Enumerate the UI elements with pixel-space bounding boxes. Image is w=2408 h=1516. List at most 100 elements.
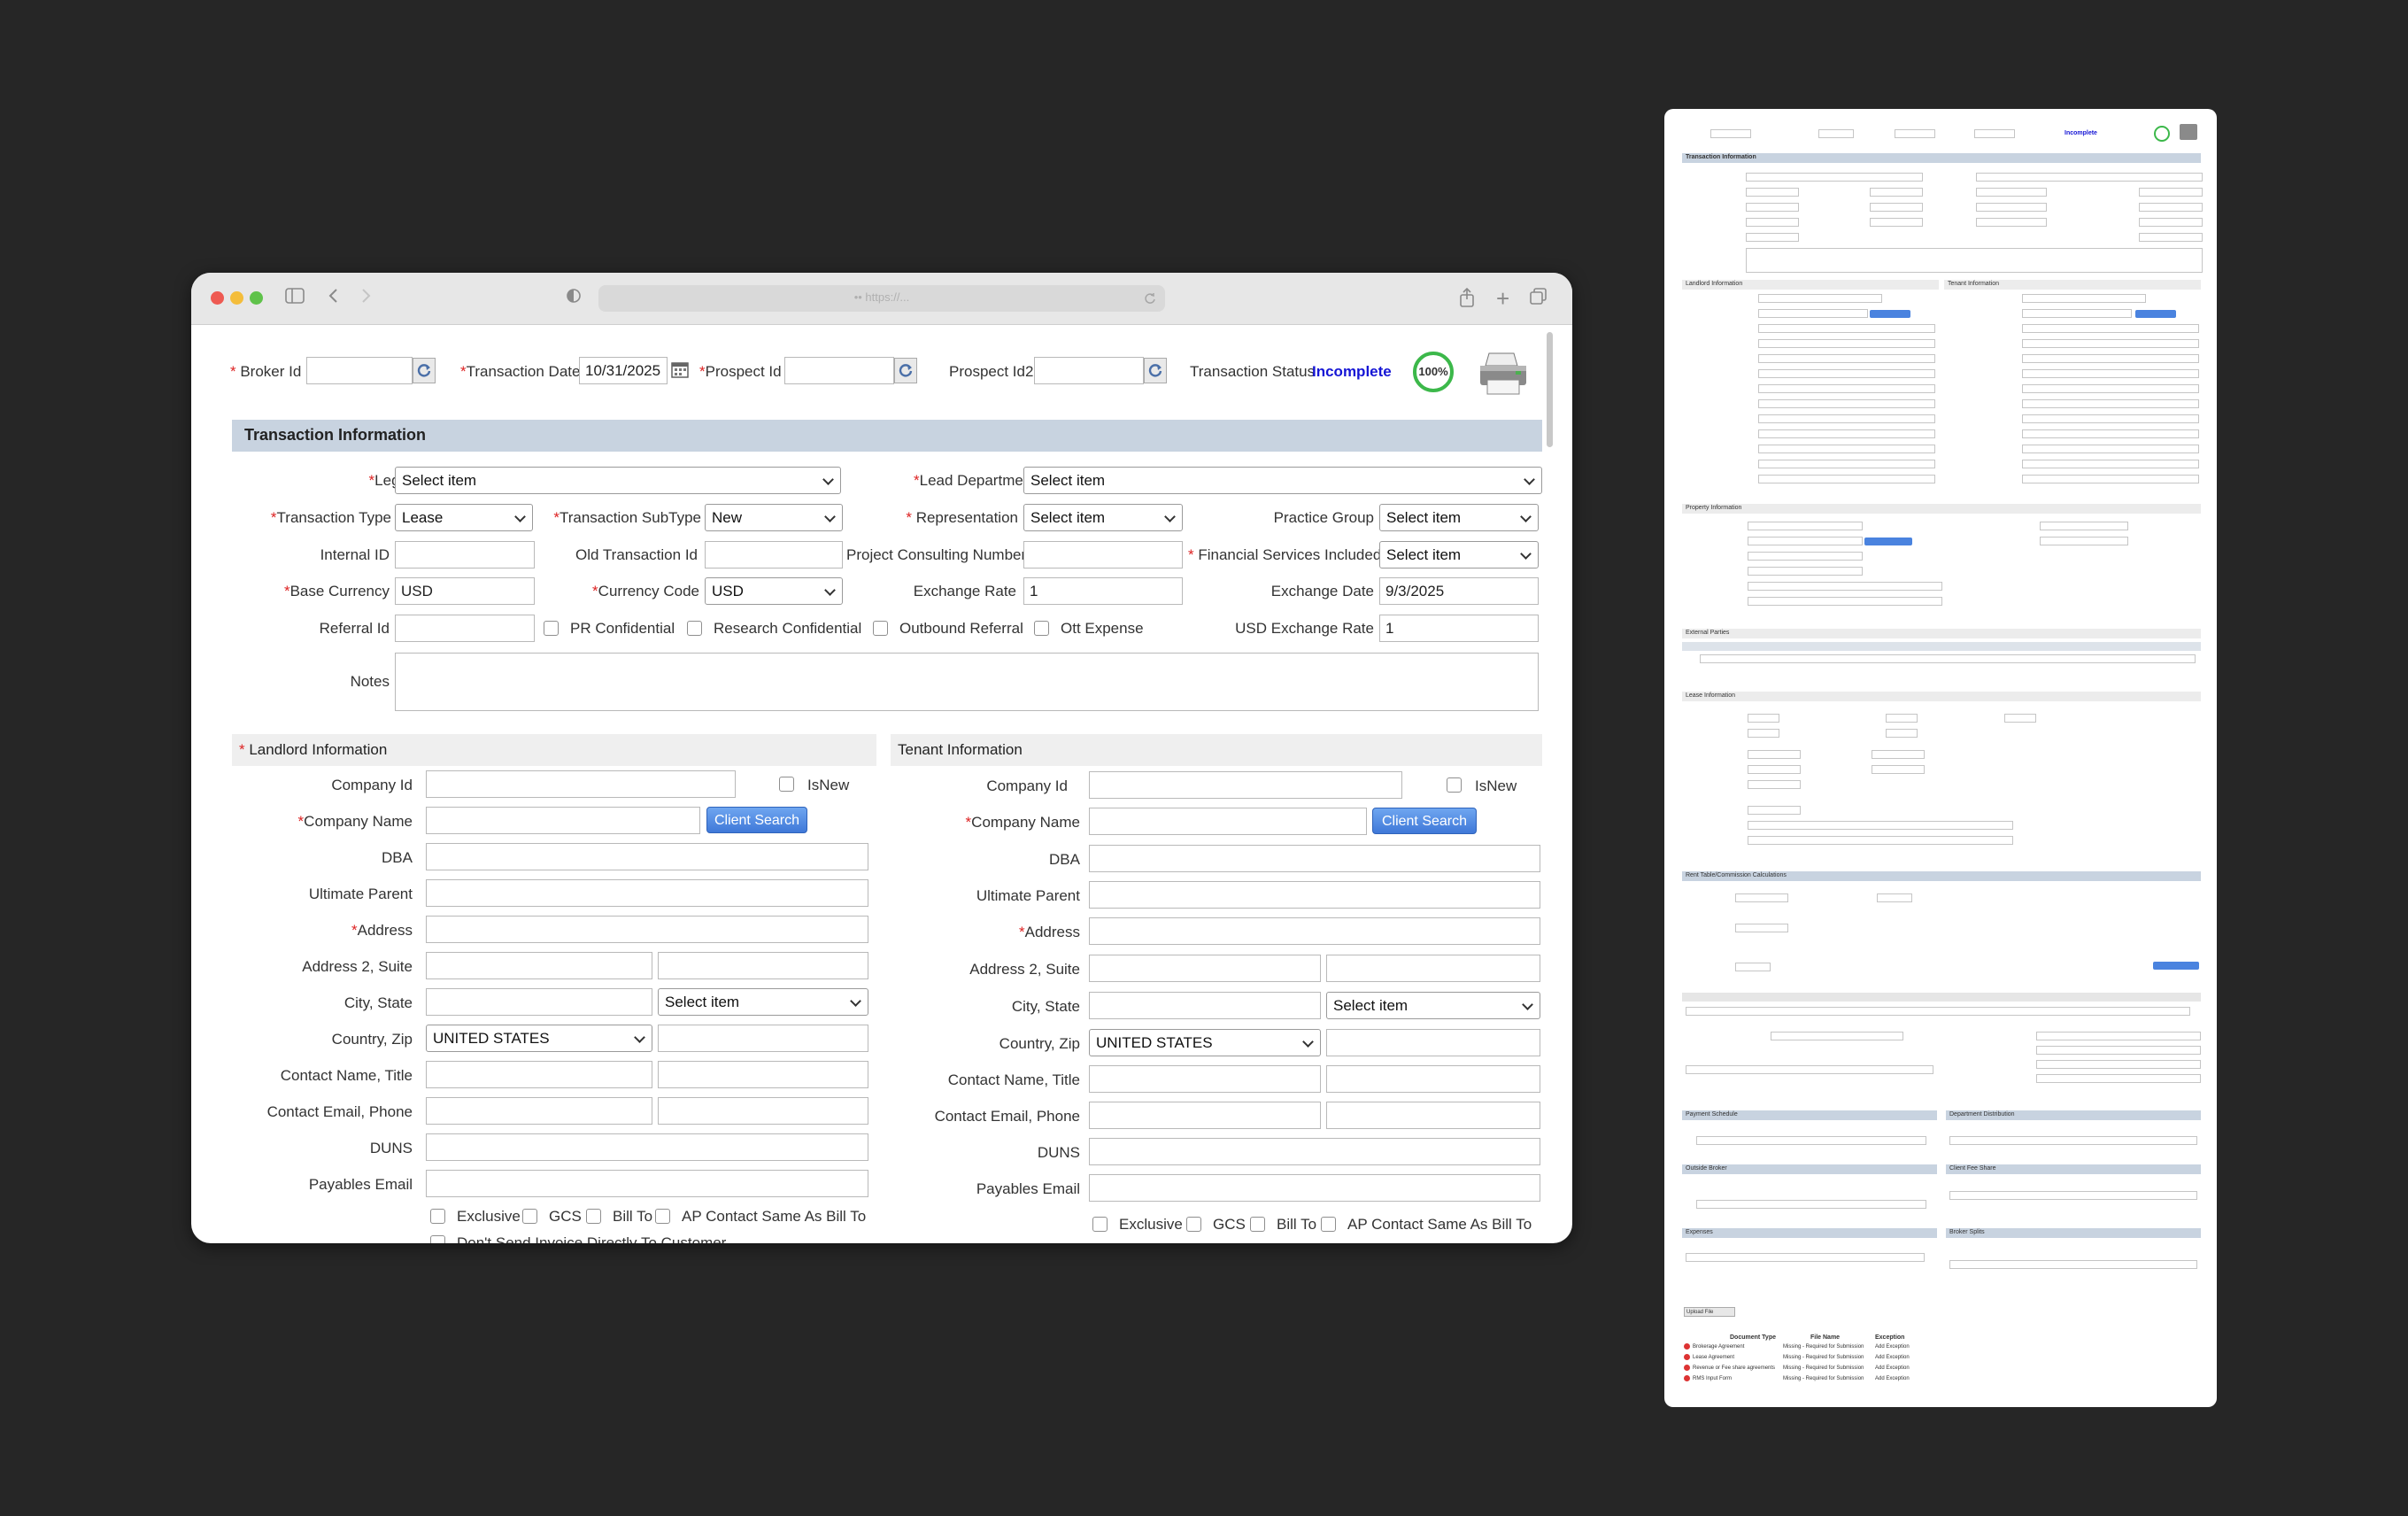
sidebar-icon[interactable] <box>285 288 305 309</box>
landlord-contact-name-input[interactable] <box>426 1061 652 1088</box>
tenant-client-search-button[interactable]: Client Search <box>1372 808 1477 834</box>
landlord-ap-contact-checkbox[interactable] <box>655 1209 670 1224</box>
landlord-dba-input[interactable] <box>426 843 868 870</box>
base-currency-input[interactable]: USD <box>395 577 535 605</box>
pr-confidential-label: PR Confidential <box>570 620 675 637</box>
tenant-contact-phone-input[interactable] <box>1326 1102 1540 1129</box>
tenant-address-input[interactable] <box>1089 917 1540 945</box>
prospect-id-input[interactable] <box>784 357 894 384</box>
reload-icon[interactable] <box>1144 292 1156 305</box>
privacy-shield-icon[interactable] <box>567 288 581 309</box>
back-arrow-icon[interactable] <box>328 288 338 309</box>
landlord-city-input[interactable] <box>426 988 652 1016</box>
minimize-window-button[interactable] <box>230 291 243 305</box>
ott-expense-checkbox[interactable] <box>1034 621 1049 636</box>
landlord-address2-input[interactable] <box>426 952 652 979</box>
full-page-thumbnail: Incomplete Transaction Information Landl… <box>1664 109 2217 1407</box>
new-tab-plus-icon[interactable]: + <box>1496 287 1509 310</box>
transaction-type-select[interactable]: Lease <box>395 504 533 531</box>
landlord-contact-title-input[interactable] <box>658 1061 868 1088</box>
outbound-referral-checkbox[interactable] <box>873 621 888 636</box>
prospect2-lookup-button[interactable] <box>1144 358 1167 383</box>
thumb-input <box>1748 836 2013 845</box>
landlord-company-id-input[interactable] <box>426 770 736 798</box>
research-confidential-checkbox[interactable] <box>687 621 702 636</box>
landlord-country-zip-label: Country, Zip <box>331 1031 413 1048</box>
landlord-suite-input[interactable] <box>658 952 868 979</box>
tenant-ap-contact-checkbox[interactable] <box>1321 1217 1336 1232</box>
tenant-duns-input[interactable] <box>1089 1138 1540 1165</box>
tabs-overview-icon[interactable] <box>1530 288 1547 311</box>
tenant-suite-input[interactable] <box>1326 955 1540 982</box>
landlord-exclusive-checkbox[interactable] <box>430 1209 445 1224</box>
calendar-icon[interactable] <box>671 360 689 383</box>
thumb-input <box>1748 582 1942 591</box>
exchange-date-input[interactable]: 9/3/2025 <box>1379 577 1539 605</box>
thumb-input <box>1895 129 1935 138</box>
landlord-dont-send-checkbox[interactable] <box>430 1235 445 1243</box>
tenant-company-name-input[interactable] <box>1089 808 1367 835</box>
transaction-date-input[interactable]: 10/31/2025 <box>579 357 668 384</box>
landlord-zip-input[interactable] <box>658 1025 868 1052</box>
currency-code-select[interactable]: USD <box>705 577 843 605</box>
tenant-dba-input[interactable] <box>1089 845 1540 872</box>
exchange-rate-input[interactable]: 1 <box>1023 577 1183 605</box>
tenant-address2-input[interactable] <box>1089 955 1321 982</box>
transaction-subtype-select[interactable]: New <box>705 504 843 531</box>
landlord-country-select[interactable]: UNITED STATES <box>426 1025 652 1052</box>
landlord-contact-email-input[interactable] <box>426 1097 652 1125</box>
landlord-company-name-input[interactable] <box>426 807 700 834</box>
landlord-contact-phone-input[interactable] <box>658 1097 868 1125</box>
prospect-lookup-button[interactable] <box>894 358 917 383</box>
landlord-duns-input[interactable] <box>426 1133 868 1161</box>
landlord-client-search-button[interactable]: Client Search <box>706 807 807 833</box>
representation-select[interactable]: Select item <box>1023 504 1183 531</box>
landlord-ultimate-parent-input[interactable] <box>426 879 868 907</box>
tenant-company-id-input[interactable] <box>1089 771 1402 799</box>
tenant-ultimate-parent-input[interactable] <box>1089 881 1540 909</box>
financial-services-select[interactable]: Select item <box>1379 541 1539 568</box>
close-window-button[interactable] <box>211 291 224 305</box>
prospect-id2-input[interactable] <box>1034 357 1144 384</box>
broker-lookup-button[interactable] <box>413 358 436 383</box>
tenant-contact-email-input[interactable] <box>1089 1102 1321 1129</box>
forward-arrow-icon[interactable] <box>361 288 372 309</box>
referral-id-input[interactable] <box>395 615 535 642</box>
usd-exchange-rate-input[interactable]: 1 <box>1379 615 1539 642</box>
project-consulting-input[interactable] <box>1023 541 1183 568</box>
tenant-payables-email-input[interactable] <box>1089 1174 1540 1202</box>
landlord-state-select[interactable]: Select item <box>658 988 868 1016</box>
thumb-input <box>1748 567 1863 576</box>
landlord-bill-to-checkbox[interactable] <box>586 1209 601 1224</box>
tenant-zip-input[interactable] <box>1326 1029 1540 1056</box>
notes-textarea[interactable] <box>395 653 1539 711</box>
vertical-scrollbar[interactable] <box>1547 332 1553 447</box>
old-transaction-id-label: Old Transaction Id <box>575 546 698 563</box>
broker-id-input[interactable] <box>306 357 413 384</box>
pr-confidential-checkbox[interactable] <box>544 621 559 636</box>
tenant-state-select[interactable]: Select item <box>1326 992 1540 1019</box>
tenant-contact-title-input[interactable] <box>1326 1065 1540 1093</box>
tenant-isnew-checkbox[interactable] <box>1447 777 1462 793</box>
internal-id-input[interactable] <box>395 541 535 568</box>
thumb-landlord-title: Landlord Information <box>1686 281 1743 287</box>
outbound-referral-label: Outbound Referral <box>899 620 1023 637</box>
share-icon[interactable] <box>1459 287 1475 313</box>
tenant-gcs-checkbox[interactable] <box>1186 1217 1201 1232</box>
tenant-contact-name-input[interactable] <box>1089 1065 1321 1093</box>
tenant-bill-to-checkbox[interactable] <box>1250 1217 1265 1232</box>
legal-entity-select[interactable]: Select item <box>395 467 841 494</box>
lead-department-select[interactable]: Select item <box>1023 467 1542 494</box>
printer-icon[interactable] <box>1477 350 1530 402</box>
landlord-isnew-checkbox[interactable] <box>779 777 794 792</box>
zoom-window-button[interactable] <box>250 291 263 305</box>
landlord-address-input[interactable] <box>426 916 868 943</box>
landlord-gcs-checkbox[interactable] <box>522 1209 537 1224</box>
practice-group-select[interactable]: Select item <box>1379 504 1539 531</box>
tenant-city-input[interactable] <box>1089 992 1321 1019</box>
tenant-exclusive-checkbox[interactable] <box>1092 1217 1108 1232</box>
tenant-country-select[interactable]: UNITED STATES <box>1089 1029 1321 1056</box>
landlord-payables-email-input[interactable] <box>426 1170 868 1197</box>
old-transaction-id-input[interactable] <box>705 541 843 568</box>
address-bar[interactable]: •• https://... <box>598 285 1165 312</box>
